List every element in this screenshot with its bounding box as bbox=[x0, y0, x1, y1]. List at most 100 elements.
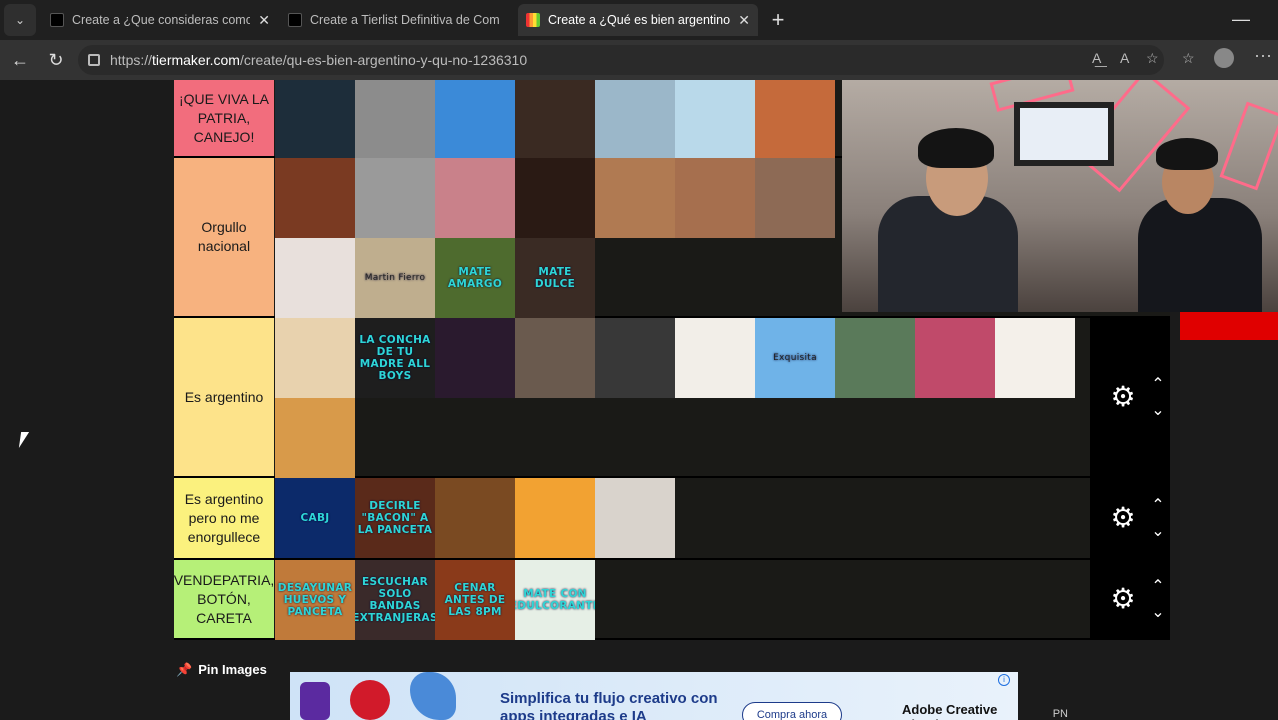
url-field[interactable]: https://tiermaker.com/create/qu-es-bien-… bbox=[78, 45, 1164, 75]
medialunas-photo[interactable] bbox=[275, 398, 355, 478]
cataratas-iguazu[interactable] bbox=[595, 80, 675, 160]
desayunar-huevos-y-panceta[interactable]: DESAYUNAR HUEVOS Y PANCETA bbox=[275, 560, 355, 640]
reload-icon: ↻ bbox=[48, 50, 64, 70]
move-up-icon[interactable]: ⌃ bbox=[1146, 576, 1170, 596]
minimize-button[interactable]: — bbox=[1232, 9, 1250, 30]
pin-images-link[interactable]: 📌 Pin Images bbox=[176, 662, 267, 678]
new-tab-button[interactable]: + bbox=[764, 6, 792, 34]
carnaval-dancers[interactable] bbox=[915, 318, 995, 398]
cookbook-cover[interactable] bbox=[675, 318, 755, 398]
curly-hair-person[interactable] bbox=[515, 318, 595, 398]
asado-photo[interactable] bbox=[275, 158, 355, 238]
ad-banner[interactable]: Simplifica tu flujo creativo con apps in… bbox=[290, 672, 1018, 720]
meme-heart-text[interactable]: LA CONCHA DE TU MADRE ALL BOYS bbox=[355, 318, 435, 398]
islas-malvinas-map[interactable] bbox=[275, 80, 355, 160]
mate-amargo[interactable]: MATE AMARGO bbox=[435, 238, 515, 318]
browser-tab-3-active[interactable]: Create a ¿Qué es bien argentino y ✕ bbox=[518, 4, 758, 36]
url-prefix: https:// bbox=[110, 52, 153, 68]
mate-dulce[interactable]: MATE DULCE bbox=[515, 238, 595, 318]
ad-headline: Simplifica tu flujo creativo con apps in… bbox=[500, 690, 718, 720]
item-caption: LA CONCHA DE TU MADRE ALL BOYS bbox=[359, 334, 431, 382]
alfajores-box[interactable] bbox=[275, 238, 355, 318]
mafalda-cartoon[interactable] bbox=[515, 478, 595, 558]
close-icon[interactable]: ✕ bbox=[258, 12, 270, 29]
choripan-photo[interactable] bbox=[755, 80, 835, 160]
fernet-bottle[interactable] bbox=[515, 158, 595, 238]
gear-icon[interactable]: ⚙ bbox=[1108, 382, 1138, 412]
read-aloud-icon[interactable]: A͟ bbox=[1092, 50, 1101, 66]
reload-button[interactable]: ↻ bbox=[44, 48, 68, 72]
address-bar: ← ↻ https://tiermaker.com/create/qu-es-b… bbox=[0, 40, 1278, 80]
tier-label[interactable]: VENDEPATRIA, BOTÓN, CARETA bbox=[174, 560, 274, 638]
tier-label[interactable]: Es argentino bbox=[174, 318, 274, 476]
tab-actions-button[interactable]: ⌄ bbox=[4, 4, 36, 36]
streamer-headset[interactable] bbox=[595, 318, 675, 398]
san-martin-portrait[interactable] bbox=[355, 80, 435, 160]
url-text: https://tiermaker.com/create/qu-es-bien-… bbox=[110, 52, 527, 68]
item-caption: CENAR ANTES DE LAS 8PM bbox=[444, 582, 506, 618]
glaciar-perito-moreno[interactable] bbox=[675, 80, 755, 160]
more-icon[interactable]: ⋯ bbox=[1254, 46, 1272, 67]
text-size-icon[interactable]: A bbox=[1120, 50, 1129, 66]
url-domain: tiermaker.com bbox=[152, 52, 240, 68]
exquisita-box[interactable]: Exquisita bbox=[755, 318, 835, 398]
gear-icon[interactable]: ⚙ bbox=[1108, 503, 1138, 533]
tier-label[interactable]: Es argentino pero no me enorgullece bbox=[174, 478, 274, 558]
celebrity-face-2[interactable] bbox=[675, 158, 755, 238]
browser-tab-2[interactable]: Create a Tierlist Definitiva de Com bbox=[280, 4, 516, 36]
item-caption: Martin Fierro bbox=[364, 273, 426, 283]
ad-info-icon[interactable]: i bbox=[998, 674, 1010, 686]
ad-cta-button[interactable]: Compra ahora bbox=[742, 702, 842, 720]
move-up-icon[interactable]: ⌃ bbox=[1146, 374, 1170, 394]
casa-rosada[interactable] bbox=[435, 158, 515, 238]
close-icon[interactable]: ✕ bbox=[738, 12, 750, 29]
agua-bottle-meme[interactable]: MATE CON EDULCORANTE bbox=[515, 560, 595, 640]
url-path: /create/qu-es-bien-argentino-y-qu-no-123… bbox=[239, 52, 528, 68]
browser-tab-1[interactable]: Create a ¿Que consideras como in ✕ bbox=[42, 4, 278, 36]
alfajor-photo[interactable] bbox=[275, 318, 355, 398]
tiermaker-favicon-icon bbox=[526, 13, 540, 27]
person-right-hair bbox=[1156, 138, 1218, 170]
tiermaker-favicon-icon bbox=[50, 13, 64, 27]
app-icon bbox=[300, 682, 330, 720]
move-down-icon[interactable]: ⌄ bbox=[1146, 521, 1170, 541]
decirle-bacon-a-la-panceta[interactable]: DECIRLE "BACON" A LA PANCETA bbox=[355, 478, 435, 558]
gear-icon[interactable]: ⚙ bbox=[1108, 584, 1138, 614]
tier-controls: ⚙ ⌃ ⌄ bbox=[1090, 478, 1170, 558]
move-up-icon[interactable]: ⌃ bbox=[1146, 495, 1170, 515]
item-caption: ESCUCHAR SOLO BANDAS EXTRANJERAS bbox=[355, 576, 435, 624]
young-man-photo[interactable] bbox=[835, 318, 915, 398]
celebrity-face-3[interactable] bbox=[755, 158, 835, 238]
borges-portrait[interactable] bbox=[355, 158, 435, 238]
corner-text: PN bbox=[1052, 708, 1068, 720]
star-icon[interactable]: ☆ bbox=[1146, 50, 1159, 67]
pan-galleta-photo[interactable] bbox=[995, 318, 1075, 398]
chocotorta-slice[interactable] bbox=[435, 478, 515, 558]
pin-icon: 📌 bbox=[176, 662, 193, 677]
celebrity-face-1[interactable] bbox=[595, 158, 675, 238]
cenar-antes-de-las-8pm[interactable]: CENAR ANTES DE LAS 8PM bbox=[435, 560, 515, 640]
maradona-photo[interactable] bbox=[435, 80, 515, 160]
move-down-icon[interactable]: ⌄ bbox=[1146, 400, 1170, 420]
back-button[interactable]: ← bbox=[8, 48, 32, 72]
tier-items: LA CONCHA DE TU MADRE ALL BOYS Exquisita bbox=[275, 318, 1090, 478]
tier-controls: ⚙ ⌃ ⌄ bbox=[1090, 318, 1170, 476]
lock-icon[interactable] bbox=[88, 54, 100, 66]
bearded-man-photo[interactable] bbox=[595, 478, 675, 558]
martin-fierro-book[interactable]: Martin Fierro bbox=[355, 238, 435, 318]
messi-photo[interactable] bbox=[515, 80, 595, 160]
item-caption: Exquisita bbox=[773, 353, 817, 363]
tier-controls: ⚙ ⌃ ⌄ bbox=[1090, 560, 1170, 638]
tier-label[interactable]: Orgullo nacional bbox=[174, 158, 274, 316]
webcam-overlay bbox=[842, 80, 1278, 312]
page-content: ¡QUE VIVA LA PATRIA, CANEJO! Orgullo naci… bbox=[0, 80, 1278, 720]
tab-strip: ⌄ Create a ¿Que consideras como in ✕ Cre… bbox=[0, 0, 1278, 40]
favorites-icon[interactable]: ☆ bbox=[1182, 50, 1195, 67]
avatar-icon[interactable] bbox=[1214, 48, 1234, 68]
escuchar-solo-bandas-extranjeras[interactable]: ESCUCHAR SOLO BANDAS EXTRANJERAS bbox=[355, 560, 435, 640]
move-down-icon[interactable]: ⌄ bbox=[1146, 602, 1170, 622]
wrestler-image[interactable] bbox=[435, 318, 515, 398]
person-left-hair bbox=[918, 128, 994, 168]
boca-juniors-crest[interactable]: CABJ bbox=[275, 478, 355, 558]
tier-label[interactable]: ¡QUE VIVA LA PATRIA, CANEJO! bbox=[174, 80, 274, 156]
